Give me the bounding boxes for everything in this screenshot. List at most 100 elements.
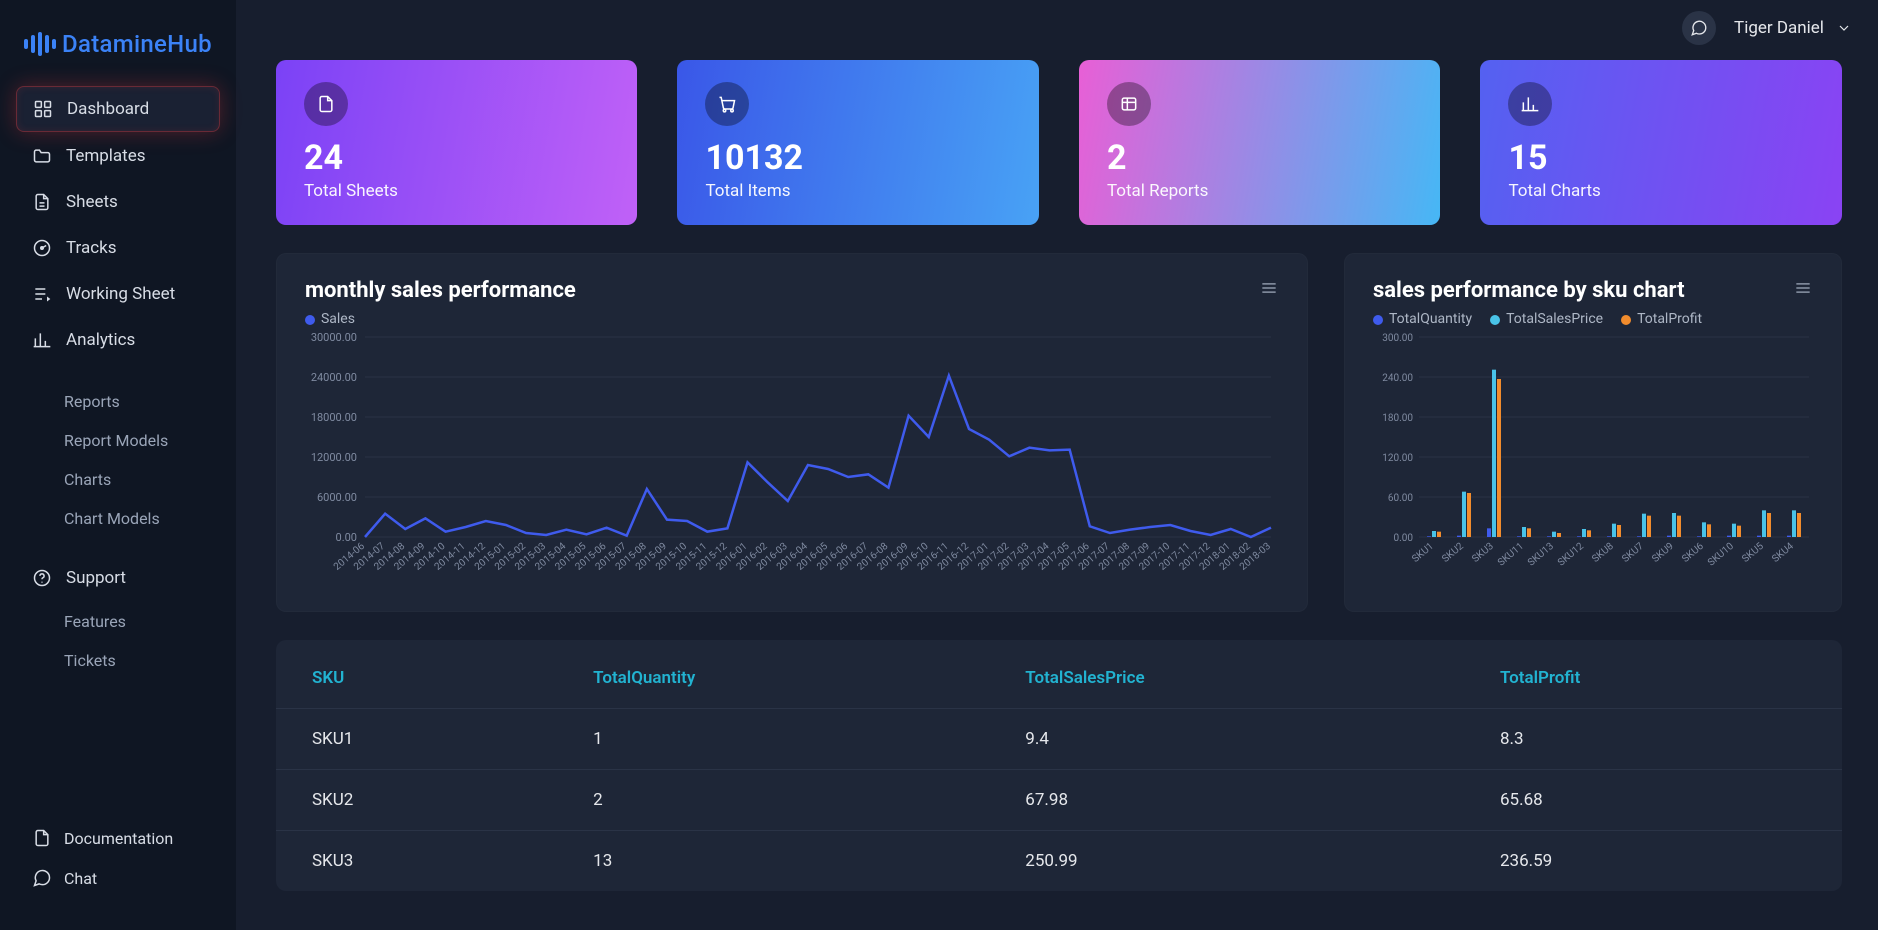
chart-icon [1508, 82, 1552, 126]
sidebar-item-label: Tracks [66, 238, 117, 258]
table-cell: 236.59 [1464, 831, 1842, 892]
panel-title: sales performance by sku chart [1373, 278, 1702, 303]
table-cell: SKU2 [276, 770, 557, 831]
svg-text:SKU10: SKU10 [1706, 541, 1736, 569]
sidebar-item-dashboard[interactable]: Dashboard [16, 86, 220, 132]
svg-text:6000.00: 6000.00 [317, 491, 357, 504]
table-header[interactable]: TotalProfit [1464, 648, 1842, 709]
sidebar-item-label: Analytics [66, 330, 135, 350]
playlist-icon [32, 284, 52, 304]
svg-text:SKU2: SKU2 [1440, 541, 1466, 565]
svg-text:0.00: 0.00 [335, 531, 356, 544]
table-header[interactable]: SKU [276, 648, 557, 709]
line-chart: 0.00 6000.00 12000.00 18000.00 24000.00 30000… [305, 327, 1281, 587]
sidebar-item-tracks[interactable]: Tracks [16, 226, 220, 270]
help-icon [32, 568, 52, 588]
card-value: 15 [1508, 140, 1814, 177]
notifications-button[interactable] [1682, 11, 1716, 45]
legend-label: TotalProfit [1637, 311, 1702, 327]
svg-text:SKU9: SKU9 [1650, 541, 1676, 565]
gauge-icon [32, 238, 52, 258]
table-cell: 1 [557, 709, 989, 770]
card-label: Total Reports [1107, 181, 1413, 201]
card-total-reports[interactable]: 2 Total Reports [1079, 60, 1441, 225]
sidebar-item-analytics[interactable]: Analytics [16, 318, 220, 362]
legend-label: Sales [321, 311, 355, 327]
chart-legend: TotalQuantity TotalSalesPrice TotalProfi… [1373, 311, 1702, 327]
chart-legend: Sales [305, 311, 576, 327]
sidebar-sub-features[interactable]: Features [16, 602, 220, 641]
sidebar-sub-chart-models[interactable]: Chart Models [16, 499, 220, 538]
sidebar-sub-tickets[interactable]: Tickets [16, 641, 220, 680]
sidebar-link-documentation[interactable]: Documentation [32, 818, 204, 858]
svg-text:SKU8: SKU8 [1590, 541, 1616, 565]
sidebar-item-label: Dashboard [67, 99, 149, 119]
bar-chart: 0.0060.00120.00180.00240.00300.00SKU1SKU… [1373, 327, 1815, 587]
sidebar-sub-charts[interactable]: Charts [16, 460, 220, 499]
table-row[interactable]: SKU2267.9865.68 [276, 770, 1842, 831]
panel-sku-chart: sales performance by sku chart TotalQuan… [1344, 253, 1842, 612]
card-total-items[interactable]: 10132 Total Items [677, 60, 1039, 225]
brand-logo[interactable]: DatamineHub [0, 24, 236, 86]
sidebar-sub-report-models[interactable]: Report Models [16, 421, 220, 460]
content: 24 Total Sheets 10132 Total Items 2 Tota… [236, 56, 1878, 891]
table-header[interactable]: TotalSalesPrice [989, 648, 1464, 709]
table-cell: 65.68 [1464, 770, 1842, 831]
table-row[interactable]: SKU313250.99236.59 [276, 831, 1842, 892]
chart-menu-icon[interactable] [1259, 278, 1279, 298]
table-cell: SKU3 [276, 831, 557, 892]
sidebar-item-templates[interactable]: Templates [16, 134, 220, 178]
sidebar: DatamineHub Dashboard Templates Sheets T… [0, 0, 236, 930]
svg-text:0.00: 0.00 [1393, 533, 1413, 544]
table-cell: 9.4 [989, 709, 1464, 770]
bars-icon [32, 330, 52, 350]
doc-icon [32, 828, 52, 848]
sidebar-item-working-sheet[interactable]: Working Sheet [16, 272, 220, 316]
card-total-charts[interactable]: 15 Total Charts [1480, 60, 1842, 225]
file-icon [32, 192, 52, 212]
brand-name: DatamineHub [62, 30, 212, 58]
chart-menu-icon[interactable] [1793, 278, 1813, 298]
svg-text:SKU7: SKU7 [1620, 541, 1646, 565]
table-cell: 8.3 [1464, 709, 1842, 770]
panel-monthly-sales: monthly sales performance Sales 0.006000… [276, 253, 1308, 612]
sidebar-sub-reports[interactable]: Reports [16, 382, 220, 421]
svg-text:18000.00: 18000.00 [311, 411, 357, 424]
card-total-sheets[interactable]: 24 Total Sheets [276, 60, 638, 225]
sku-table-panel: SKUTotalQuantityTotalSalesPriceTotalProf… [276, 640, 1842, 891]
svg-text:SKU13: SKU13 [1526, 541, 1556, 569]
table-cell: 250.99 [989, 831, 1464, 892]
user-menu[interactable]: Tiger Daniel [1734, 18, 1854, 38]
chat-bubble-icon [1689, 19, 1709, 37]
sidebar-item-label: Sheets [66, 192, 118, 212]
svg-text:30000.00: 30000.00 [311, 331, 357, 344]
card-label: Total Items [705, 181, 1011, 201]
svg-text:240.00: 240.00 [1382, 373, 1413, 384]
svg-text:SKU5: SKU5 [1740, 541, 1766, 565]
user-name: Tiger Daniel [1734, 18, 1824, 38]
card-value: 2 [1107, 140, 1413, 177]
sidebar-item-sheets[interactable]: Sheets [16, 180, 220, 224]
svg-text:300.00: 300.00 [1382, 333, 1413, 344]
sidebar-item-support[interactable]: Support [16, 556, 220, 600]
table-row[interactable]: SKU119.48.3 [276, 709, 1842, 770]
grid-icon [33, 99, 53, 119]
svg-text:SKU6: SKU6 [1680, 541, 1706, 565]
legend-label: TotalQuantity [1389, 311, 1472, 327]
svg-text:SKU3: SKU3 [1470, 541, 1496, 565]
card-value: 10132 [705, 140, 1011, 177]
sidebar-bottom: Documentation Chat [0, 818, 236, 906]
svg-text:SKU11: SKU11 [1496, 541, 1526, 569]
sku-table: SKUTotalQuantityTotalSalesPriceTotalProf… [276, 648, 1842, 891]
sidebar-link-chat[interactable]: Chat [32, 858, 204, 898]
topbar: Tiger Daniel [236, 0, 1878, 56]
svg-text:60.00: 60.00 [1388, 493, 1413, 504]
svg-text:12000.00: 12000.00 [311, 451, 357, 464]
logo-icon [24, 32, 56, 56]
sidebar-item-label: Working Sheet [66, 284, 175, 304]
svg-text:SKU1: SKU1 [1410, 541, 1436, 565]
svg-text:SKU4: SKU4 [1770, 541, 1796, 565]
sidebar-link-label: Documentation [64, 829, 173, 848]
svg-text:24000.00: 24000.00 [311, 371, 357, 384]
table-header[interactable]: TotalQuantity [557, 648, 989, 709]
